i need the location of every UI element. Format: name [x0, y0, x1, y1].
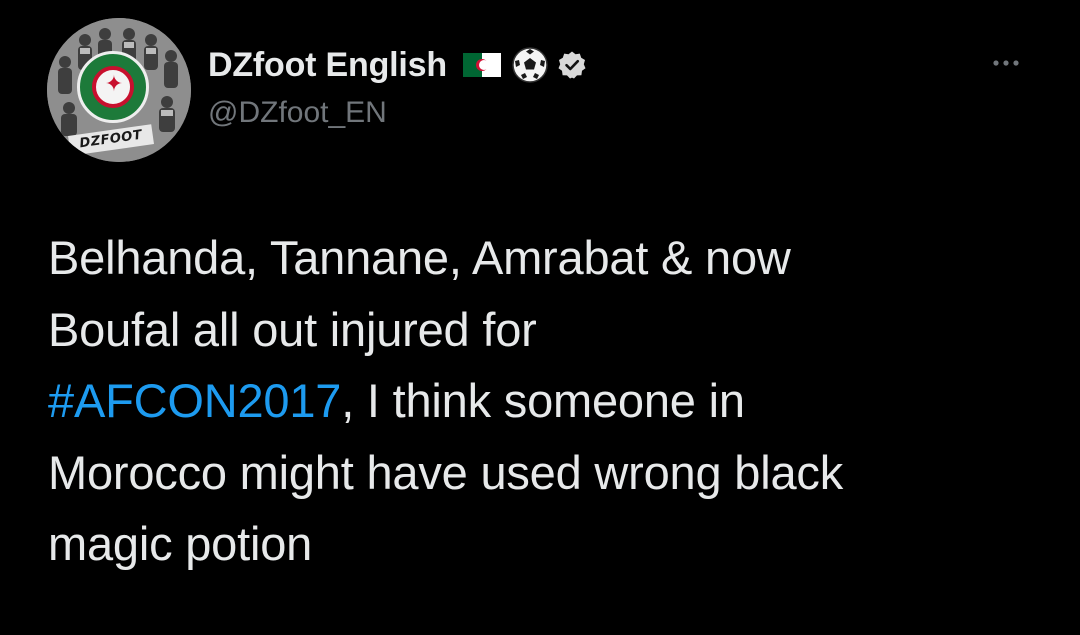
- author-display-name[interactable]: DZfoot English: [208, 46, 447, 85]
- tweet-line-2: Boufal all out injured for: [48, 302, 537, 356]
- soccer-ball-icon: [512, 47, 548, 83]
- author-name-row: DZfoot English: [208, 40, 587, 90]
- tweet-line-4: Morocco might have used wrong black: [48, 445, 844, 499]
- tweet-line-3: #AFCON2017, I think someone in: [48, 365, 1048, 437]
- author-avatar[interactable]: ✦ DZFOOT: [47, 18, 191, 162]
- more-options-icon[interactable]: [984, 48, 1028, 78]
- tweet-line-1: Belhanda, Tannane, Amrabat & now: [48, 231, 791, 284]
- algeria-flag-icon: [462, 53, 501, 77]
- tweet-body: Belhanda, Tannane, Amrabat & now Boufal …: [48, 222, 1048, 580]
- emblem-star-icon: ✦: [104, 72, 124, 97]
- tweet-card: ✦ DZFOOT DZfoot English @DZfoot_EN Belha…: [0, 0, 1080, 635]
- author-handle[interactable]: @DZfoot_EN: [208, 96, 387, 130]
- verified-badge-icon: [558, 51, 586, 79]
- tweet-line-5: magic potion: [48, 517, 313, 570]
- tweet-line-3-text: , I think someone in: [341, 374, 745, 427]
- hashtag-link[interactable]: #AFCON2017: [48, 374, 341, 427]
- avatar-emblem: ✦: [77, 51, 149, 123]
